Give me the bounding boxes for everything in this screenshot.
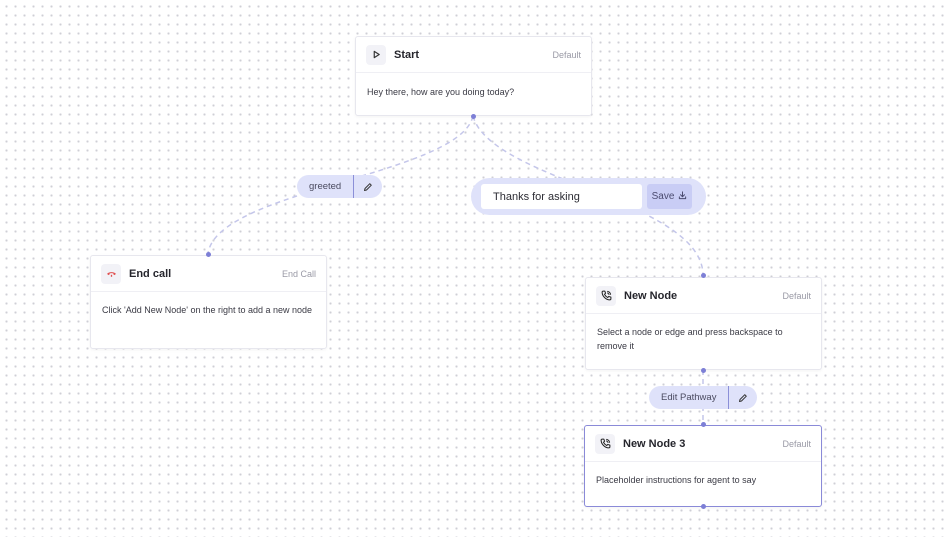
edge-label-editor: Save [471,178,706,215]
node-type-tag: Default [552,49,581,60]
save-button-label: Save [651,191,675,202]
edge-label-text: Edit Pathway [661,392,717,403]
edge-label-edit-pathway[interactable]: Edit Pathway [649,386,758,409]
phone-icon [595,433,615,454]
pencil-icon[interactable] [354,175,382,198]
node-type-tag: End Call [281,268,316,279]
node-new-node-3[interactable]: New Node 3 Default Placeholder instructi… [584,425,822,507]
node-start[interactable]: Start Default Hey there, how are you doi… [355,36,592,116]
target-handle[interactable] [700,272,706,278]
node-type-tag: Default [782,438,811,449]
pathway-canvas[interactable]: Start Default Hey there, how are you doi… [0,0,950,537]
source-handle[interactable] [470,113,476,119]
node-title: End call [129,267,172,280]
edge-label-input[interactable] [481,184,642,209]
node-prompt: Placeholder instructions for agent to sa… [596,475,757,485]
node-title: Start [394,48,420,61]
node-prompt: Click 'Add New Node' on the right to add… [102,305,313,315]
target-handle[interactable] [700,421,706,427]
node-header: Start Default [356,37,591,73]
node-prompt: Select a node or edge and press backspac… [597,327,783,351]
download-icon [678,190,687,203]
node-header: New Node 3 Default [585,426,821,462]
source-handle[interactable] [700,367,706,373]
target-handle[interactable] [205,252,211,257]
node-type-tag: Default [782,290,811,301]
node-title: New Node 3 [623,437,686,450]
source-handle[interactable] [700,504,706,509]
phone-icon [596,285,616,306]
node-header: New Node Default [586,278,821,314]
node-prompt: Hey there, how are you doing today? [367,87,515,97]
node-end-call[interactable]: End call End Call Click 'Add New Node' o… [90,255,327,349]
pencil-icon[interactable] [729,386,757,409]
save-button[interactable]: Save [647,184,692,209]
edge-label-text: greeted [309,181,342,192]
node-new-node[interactable]: New Node Default Select a node or edge a… [585,277,822,370]
node-title: New Node [624,289,678,302]
hang-up-icon [101,263,121,284]
node-header: End call End Call [91,256,326,292]
edge-label-greeted[interactable]: greeted [297,175,383,198]
play-icon [366,44,386,65]
